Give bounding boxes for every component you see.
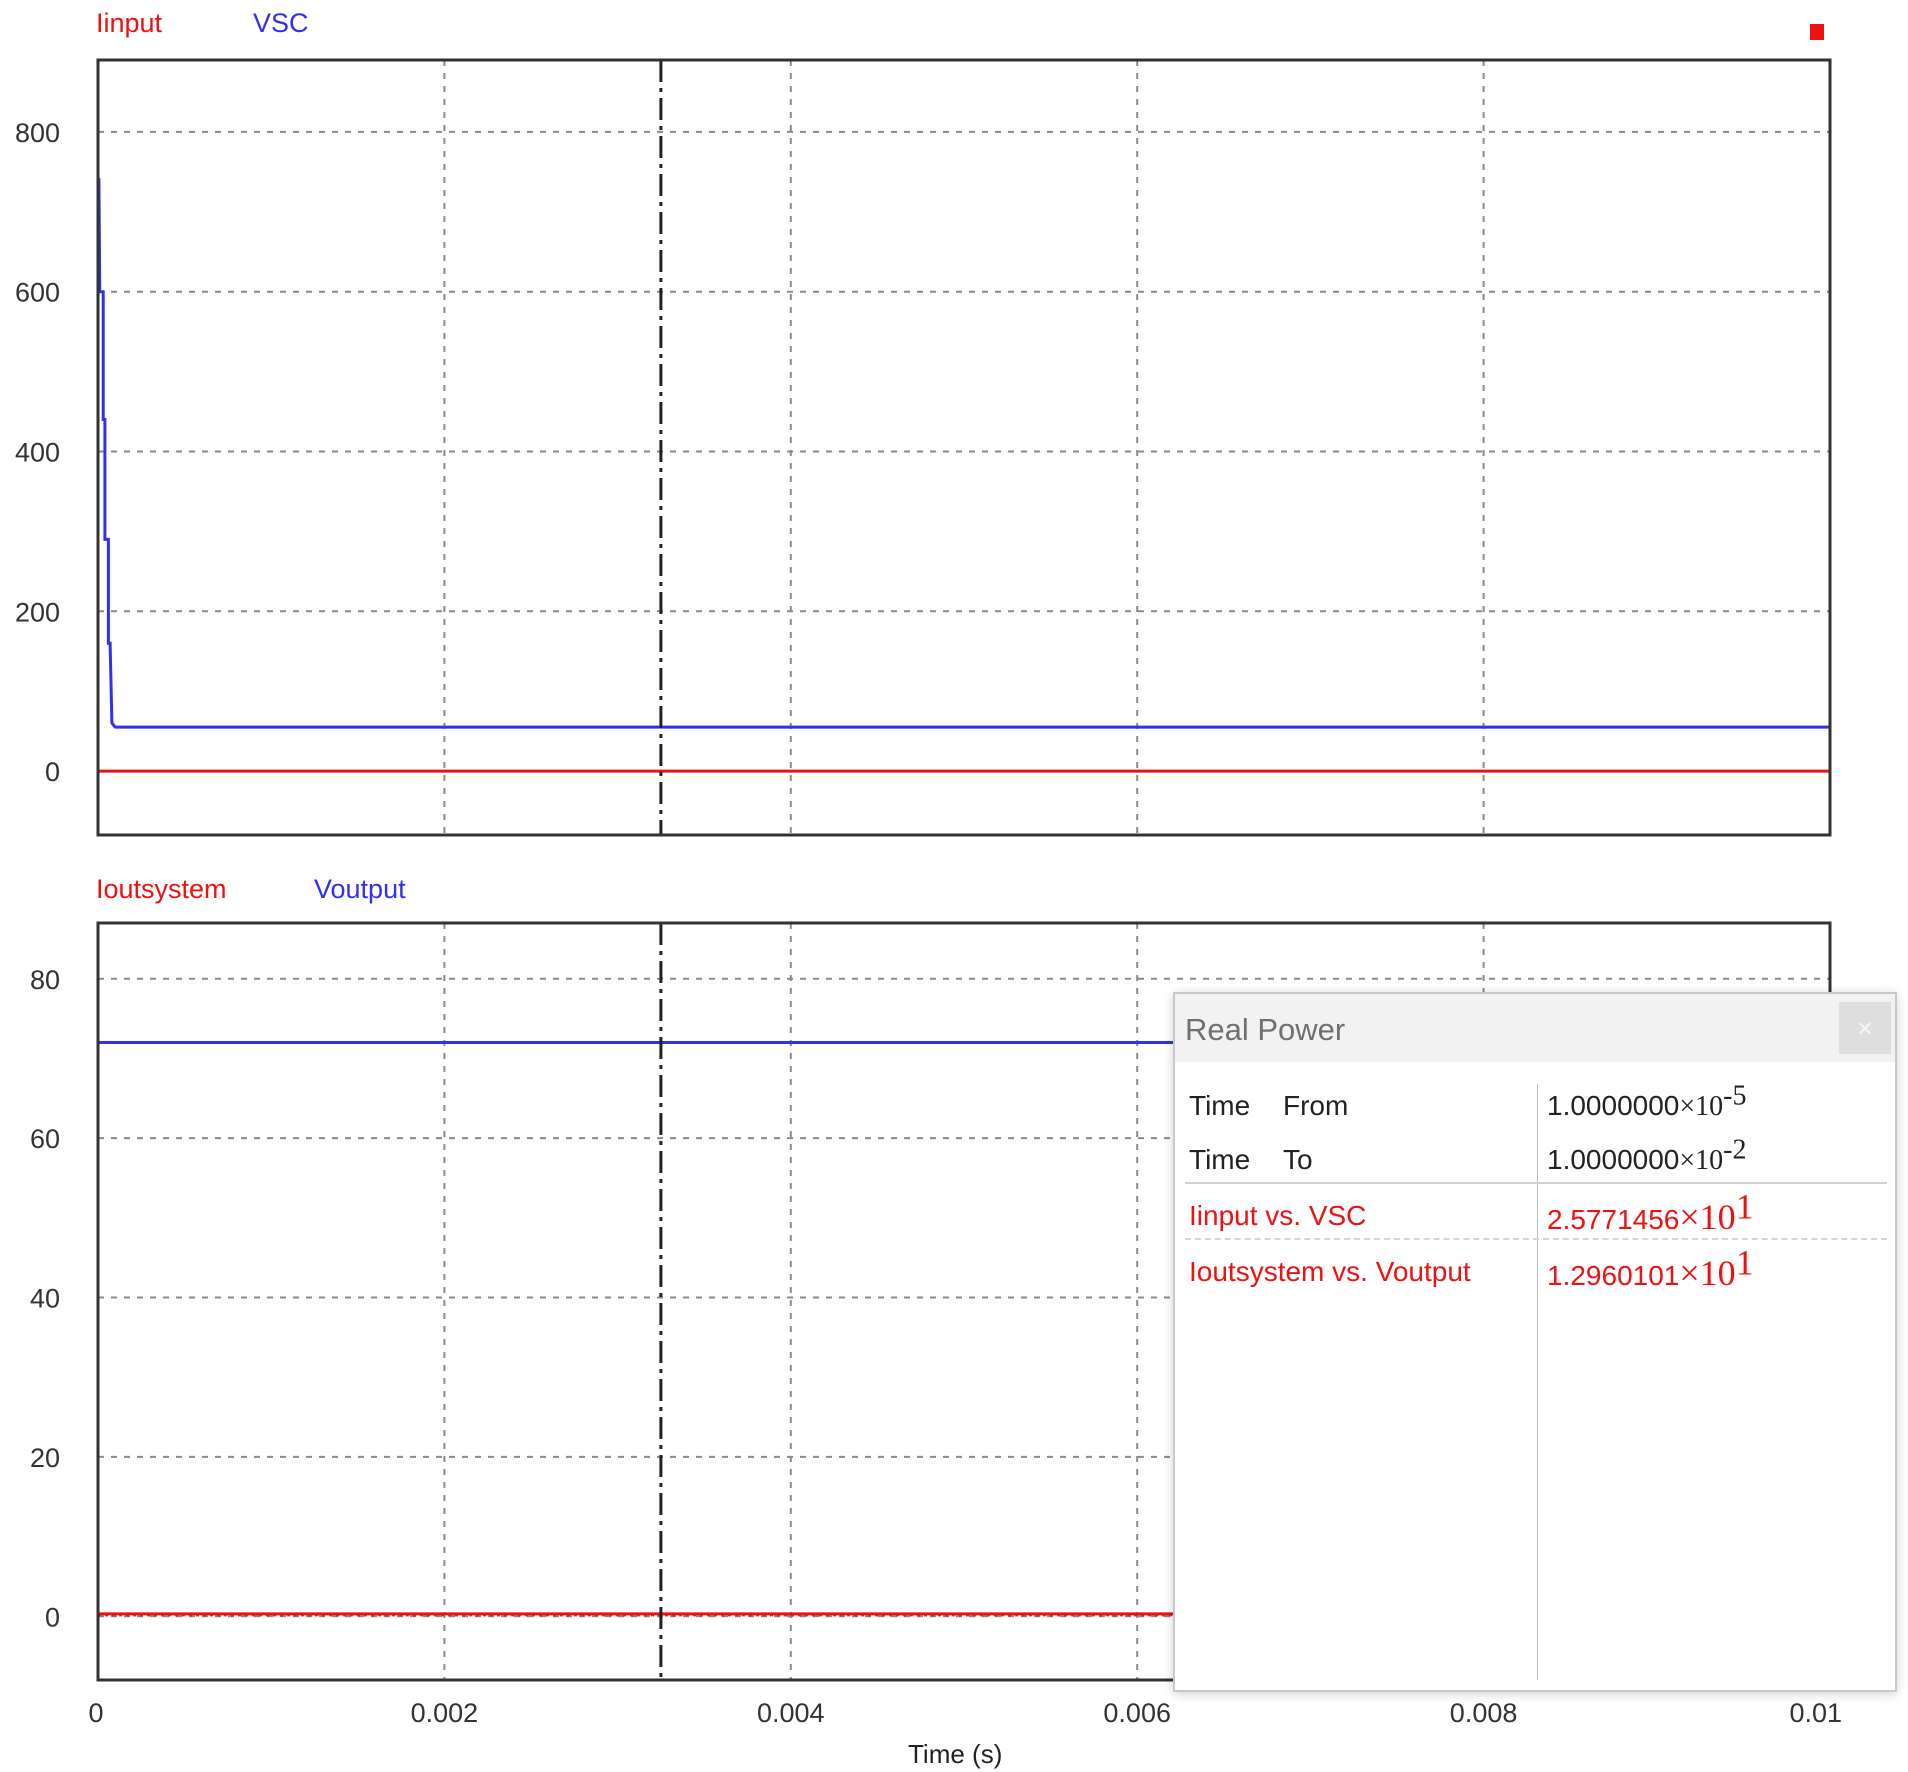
x-tick-label: 0.01 <box>1789 1698 1842 1728</box>
plot-frame <box>96 58 1832 837</box>
row-time-from-label2: From <box>1283 1090 1349 1121</box>
row-time-from-value: 1.0000000×10-5 <box>1547 1080 1747 1122</box>
y-tick-label: 0 <box>45 1602 60 1632</box>
y-tick-label: 800 <box>15 118 60 148</box>
row-divider-dashed <box>1185 1238 1887 1240</box>
real-power-dialog: Real Power × Time From 1.0000000×10-5 Ti… <box>1173 992 1897 1692</box>
y-tick-label: 40 <box>30 1284 60 1314</box>
row-ioutsystem-voutput-value: 1.2960101×101 <box>1547 1242 1754 1293</box>
row-ioutsystem-voutput-label: Ioutsystem vs. Voutput <box>1189 1256 1471 1287</box>
x-tick-label: 0 <box>88 1698 103 1728</box>
column-divider <box>1537 1084 1538 1680</box>
row-iinput-vsc-value: 2.5771456×101 <box>1547 1186 1754 1237</box>
corner-marker-icon <box>1810 24 1824 40</box>
x-tick-label: 0.006 <box>1103 1698 1171 1728</box>
y-tick-label: 600 <box>15 278 60 308</box>
close-button[interactable]: × <box>1839 1002 1891 1054</box>
y-tick-label: 0 <box>45 757 60 787</box>
y-tick-label: 80 <box>30 965 60 995</box>
legend-voutput: Voutput <box>314 874 406 904</box>
y-tick-label: 200 <box>15 597 60 627</box>
x-axis-label: Time (s) <box>908 1739 1003 1769</box>
row-time-from-label1: Time <box>1189 1090 1251 1121</box>
dialog-titlebar[interactable]: Real Power × <box>1175 994 1895 1062</box>
row-divider <box>1185 1182 1887 1184</box>
dialog-title: Real Power <box>1185 1012 1346 1047</box>
y-tick-label: 20 <box>30 1443 60 1473</box>
y-tick-label: 400 <box>15 437 60 467</box>
legend-vsc: VSC <box>253 8 309 38</box>
legend-ioutsystem: Ioutsystem <box>96 874 227 904</box>
row-iinput-vsc-label: Iinput vs. VSC <box>1189 1200 1367 1231</box>
row-time-to-label1: Time <box>1189 1144 1251 1175</box>
y-tick-label: 60 <box>30 1124 60 1154</box>
x-tick-label: 0.008 <box>1450 1698 1518 1728</box>
row-time-to-label2: To <box>1283 1144 1313 1175</box>
series-line-vsc <box>97 178 1830 729</box>
x-tick-label: 0.002 <box>411 1698 479 1728</box>
close-icon: × <box>1857 1013 1873 1043</box>
legend-iinput: Iinput <box>96 8 163 38</box>
row-time-to-value: 1.0000000×10-2 <box>1547 1134 1747 1176</box>
x-tick-label: 0.004 <box>757 1698 825 1728</box>
